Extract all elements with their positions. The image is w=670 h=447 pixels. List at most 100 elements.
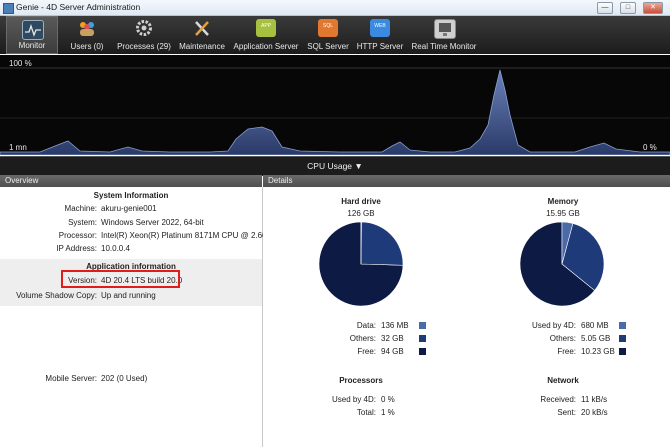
hard-drive-free-legend: Free: 94 GB [342,347,426,357]
processors-title: Processors [339,376,383,385]
details-header: Details [263,175,670,187]
network-title: Network [547,376,579,385]
network-received-label: Received: [540,395,576,404]
tab-sql-server[interactable]: SQL SQL Server [306,16,350,54]
hard-drive-title: Hard drive [341,197,381,206]
rtm-icon [434,19,456,39]
processor-row: Processor: Intel(R) Xeon(R) Platinum 817… [0,231,283,242]
cpu-usage-selector[interactable]: CPU Usage ▼ [0,156,670,176]
ip-address-row: IP Address: 10.0.0.4 [0,244,262,255]
hard-drive-pie-chart [318,221,404,307]
hard-drive-free-value: 94 GB [381,347,404,356]
hard-drive-total: 126 GB [347,209,375,218]
cpu-usage-label: CPU Usage [307,161,353,171]
close-button[interactable]: ✕ [643,2,663,14]
network-sent-row: Sent: 20 kB/s [542,408,626,418]
memory-free-label: Free: [557,347,576,356]
machine-row: Machine: akuru-genie001 [0,204,262,215]
tab-maintenance[interactable]: Maintenance [178,16,226,54]
maximize-button[interactable]: □ [620,2,636,14]
hard-drive-others-swatch [419,335,426,342]
window-title: Genie - 4D Server Administration [16,2,141,12]
svg-text:WEB: WEB [374,23,386,29]
gear-icon [134,19,154,37]
ip-address-value: 10.0.0.4 [101,244,130,253]
system-value: Windows Server 2022, 64-bit [101,218,204,227]
memory-used-swatch [619,322,626,329]
tab-monitor[interactable]: Monitor [6,16,58,54]
tab-application-server-label: Application Server [233,42,299,51]
processors-used-value: 0 % [381,395,395,404]
hard-drive-others-value: 32 GB [381,334,404,343]
network-received-value: 11 kB/s [581,395,608,404]
overview-panel: System Information Machine: akuru-genie0… [0,187,283,447]
mobile-server-row: Mobile Server: 202 (0 Used) [0,374,262,385]
version-highlight-box [61,270,180,288]
tab-real-time-monitor-label: Real Time Monitor [411,42,477,51]
graph-current-label: 0 % [643,143,657,152]
tab-real-time-monitor[interactable]: Real Time Monitor [410,16,478,54]
cpu-usage-area [0,69,670,155]
tab-application-server[interactable]: APP Application Server [231,16,301,54]
hard-drive-free-swatch [419,348,426,355]
mobile-server-value: 202 (0 Used) [101,374,148,383]
memory-used-label: Used by 4D: [531,321,576,330]
hard-drive-others-label: Others: [349,334,376,343]
tab-sql-server-label: SQL Server [307,42,349,51]
hard-drive-others-legend: Others: 32 GB [342,334,426,344]
mobile-server-label: Mobile Server: [45,374,97,383]
processors-used-label: Used by 4D: [331,395,376,404]
graph-time-label: 1 mn [9,143,27,152]
tab-users-label: Users (0) [70,42,104,51]
volume-shadow-copy-row: Volume Shadow Copy: Up and running [0,291,262,302]
memory-others-legend: Others: 5.05 GB [542,334,626,344]
hard-drive-data-value: 136 MB [381,321,409,330]
tab-http-server-label: HTTP Server [356,42,404,51]
toolbar: Monitor Users (0) Processes (29) Mainten… [0,16,670,54]
svg-text:SQL: SQL [323,23,333,29]
users-icon [77,19,97,37]
monitor-icon [22,20,44,40]
hard-drive-others-slice [360,221,404,266]
memory-others-swatch [619,335,626,342]
processor-value: Intel(R) Xeon(R) Platinum 8171M CPU @ 2.… [101,231,283,240]
network-sent-value: 20 kB/s [581,408,608,417]
system-information-heading: System Information [93,191,169,200]
hard-drive-free-label: Free: [357,347,376,356]
volume-shadow-copy-label: Volume Shadow Copy: [16,291,97,300]
tab-monitor-label: Monitor [18,41,46,50]
tools-icon [192,19,212,37]
app-icon: APP [256,19,276,37]
overview-header: Overview [0,175,262,187]
processor-label: Processor: [58,231,97,240]
hard-drive-data-legend: Data: 136 MB [342,321,426,331]
hard-drive-data-label: Data: [356,321,376,330]
ip-address-label: IP Address: [56,244,97,253]
minimize-button[interactable]: — [597,2,613,14]
hard-drive-data-swatch [419,322,426,329]
system-row: System: Windows Server 2022, 64-bit [0,218,262,229]
title-bar: Genie - 4D Server Administration — □ ✕ [0,0,670,16]
memory-title: Memory [547,197,579,206]
web-icon: WEB [370,19,390,37]
tab-processes[interactable]: Processes (29) [116,16,172,54]
tab-http-server[interactable]: WEB HTTP Server [356,16,404,54]
tab-processes-label: Processes (29) [117,42,171,51]
memory-used-value: 680 MB [581,321,609,330]
memory-free-swatch [619,348,626,355]
network-received-row: Received: 11 kB/s [540,395,626,405]
memory-others-value: 5.05 GB [581,334,611,343]
processors-total-row: Total: 1 % [342,408,426,418]
network-sent-label: Sent: [557,408,576,417]
cpu-usage-graph: 100 % 1 mn 0 % [0,55,670,155]
memory-total: 15.95 GB [546,209,580,218]
svg-text:APP: APP [261,23,272,29]
memory-free-value: 10.23 GB [581,347,615,356]
sql-icon: SQL [318,19,338,37]
machine-label: Machine: [64,204,97,213]
tab-users[interactable]: Users (0) [64,16,110,54]
memory-used-legend: Used by 4D: 680 MB [532,321,626,331]
processors-total-value: 1 % [381,408,395,417]
processors-used-row: Used by 4D: 0 % [332,395,426,405]
volume-shadow-copy-value: Up and running [101,291,156,300]
